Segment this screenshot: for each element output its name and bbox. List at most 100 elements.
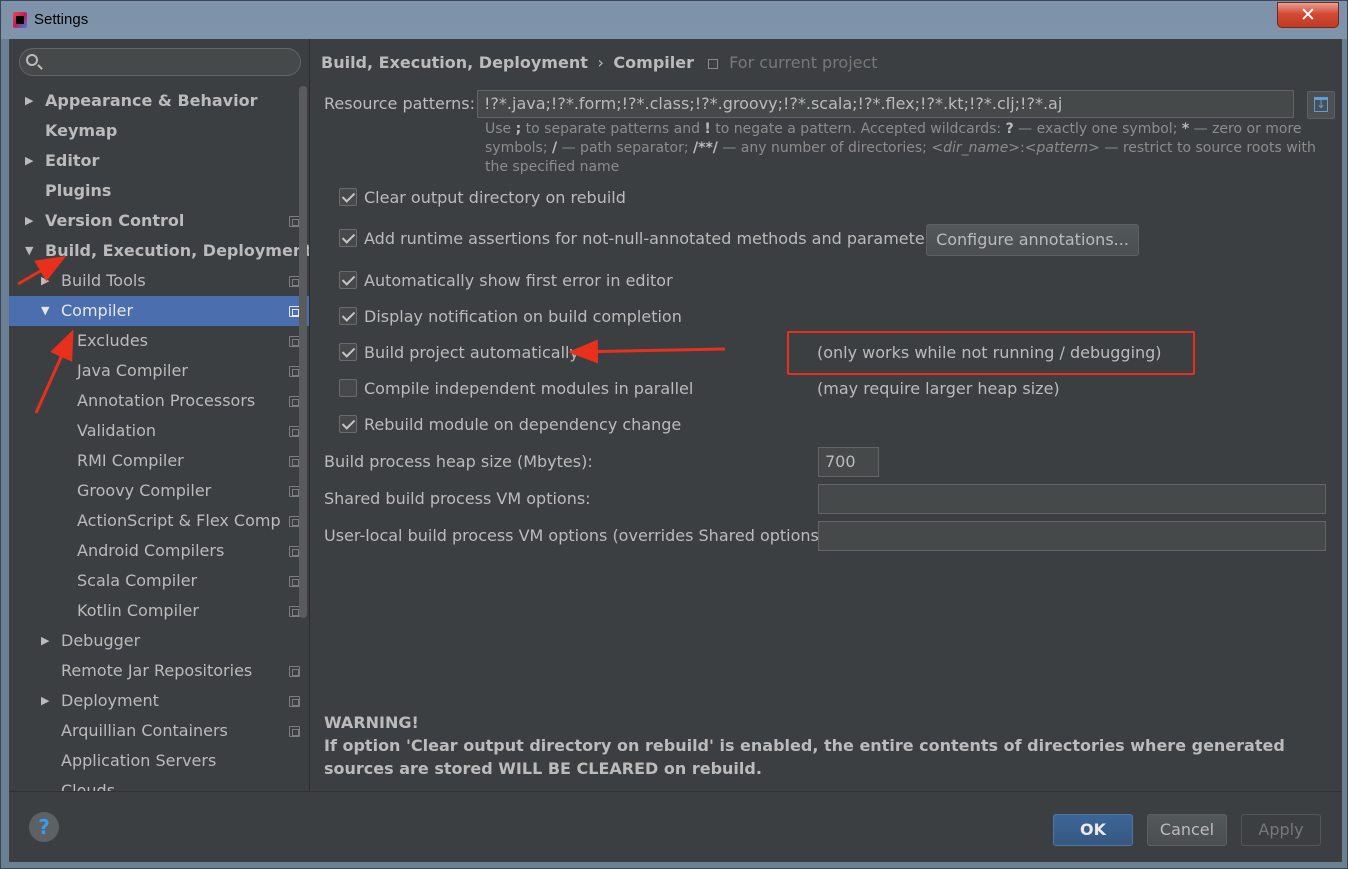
tree-item-label: ActionScript & Flex Comp — [77, 511, 281, 530]
tree-item-android-compilers[interactable]: Android Compilers — [9, 536, 309, 566]
expand-icon — [1314, 97, 1328, 112]
tree-item-actionscript-flex-compiler[interactable]: ActionScript & Flex Comp — [9, 506, 309, 536]
tree-item-application-servers[interactable]: Application Servers — [9, 746, 309, 776]
show-first-error-label: Automatically show first error in editor — [364, 271, 673, 290]
tree-item-arquillian-containers[interactable]: Arquillian Containers — [9, 716, 309, 746]
help-button[interactable]: ? — [29, 812, 59, 842]
project-scope-icon — [707, 59, 718, 69]
expand-arrow-icon[interactable]: ▶ — [25, 206, 33, 236]
compile-parallel-label: Compile independent modules in parallel — [364, 379, 694, 398]
collapse-arrow-icon[interactable]: ▼ — [41, 296, 49, 326]
project-scope-icon — [289, 696, 300, 707]
show-first-error-checkbox[interactable] — [339, 271, 357, 289]
tree-item-groovy-compiler[interactable]: Groovy Compiler — [9, 476, 309, 506]
close-window-button[interactable]: ✕ — [1277, 2, 1339, 28]
ok-button[interactable]: OK — [1053, 814, 1133, 846]
display-notification-checkbox[interactable] — [339, 307, 357, 325]
tree-item-label: Deployment — [61, 691, 159, 710]
tree-item-build-execution-deployment[interactable]: ▼ Build, Execution, Deployment — [9, 236, 309, 266]
tree-item-editor[interactable]: ▶ Editor — [9, 146, 309, 176]
tree-item-excludes[interactable]: Excludes — [9, 326, 309, 356]
tree-item-clouds[interactable]: Clouds — [9, 776, 309, 791]
apply-button[interactable]: Apply — [1241, 814, 1321, 846]
rebuild-module-checkbox[interactable] — [339, 415, 357, 433]
tree-item-label: Java Compiler — [77, 361, 188, 380]
warning-title: WARNING! — [324, 713, 419, 732]
tree-item-scala-compiler[interactable]: Scala Compiler — [9, 566, 309, 596]
tree-item-label: Debugger — [61, 631, 141, 650]
tree-item-label: Compiler — [61, 301, 134, 320]
configure-annotations-button[interactable]: Configure annotations... — [926, 224, 1139, 256]
tree-item-label: Appearance & Behavior — [45, 91, 258, 110]
settings-sidebar: ▶ Appearance & Behavior Keymap ▶ Editor … — [9, 39, 310, 791]
highlight-box — [787, 331, 1195, 375]
tree-item-version-control[interactable]: ▶ Version Control — [9, 206, 309, 236]
compile-parallel-checkbox[interactable] — [339, 379, 357, 397]
collapse-arrow-icon[interactable]: ▼ — [25, 236, 33, 266]
project-scope-icon — [289, 666, 300, 677]
rebuild-module-label: Rebuild module on dependency change — [364, 415, 682, 434]
breadcrumb: Build, Execution, Deployment › Compiler … — [321, 53, 878, 72]
tree-item-label: Editor — [45, 151, 100, 170]
search-field[interactable] — [19, 48, 301, 76]
tree-item-deployment[interactable]: ▶ Deployment — [9, 686, 309, 716]
tree-item-appearance-behavior[interactable]: ▶ Appearance & Behavior — [9, 86, 309, 116]
tree-item-label: Build Tools — [61, 271, 146, 290]
tree-item-plugins[interactable]: Plugins — [9, 176, 309, 206]
tree-item-label: RMI Compiler — [77, 451, 184, 470]
tree-item-label: Remote Jar Repositories — [61, 661, 253, 680]
heap-size-label: Build process heap size (Mbytes): — [324, 452, 593, 471]
tree-item-label: Plugins — [45, 181, 112, 200]
settings-window: Settings ✕ ▶ Appearance & Behavior Keyma… — [0, 0, 1348, 869]
search-icon — [26, 54, 38, 66]
expand-field-button[interactable] — [1307, 91, 1335, 119]
breadcrumb-current: Compiler — [613, 53, 694, 72]
compiler-settings-panel: Build, Execution, Deployment › Compiler … — [311, 39, 1342, 791]
expand-arrow-icon[interactable]: ▶ — [41, 266, 49, 296]
tree-item-label: Android Compilers — [77, 541, 225, 560]
tree-item-compiler[interactable]: ▼ Compiler — [9, 296, 309, 326]
clear-output-checkbox[interactable] — [339, 188, 357, 206]
tree-item-label: Groovy Compiler — [77, 481, 212, 500]
tree-item-label: Version Control — [45, 211, 185, 230]
clear-output-label: Clear output directory on rebuild — [364, 188, 626, 207]
breadcrumb-parent: Build, Execution, Deployment — [321, 53, 588, 72]
tree-item-label: Clouds — [61, 781, 116, 791]
warning-message: WARNING! If option 'Clear output directo… — [324, 711, 1314, 780]
tree-item-label: Keymap — [45, 121, 118, 140]
heap-size-input[interactable]: 700 — [818, 447, 879, 477]
intellij-app-icon — [13, 12, 27, 28]
settings-tree: ▶ Appearance & Behavior Keymap ▶ Editor … — [9, 86, 309, 791]
tree-item-annotation-processors[interactable]: Annotation Processors — [9, 386, 309, 416]
dialog-body: ▶ Appearance & Behavior Keymap ▶ Editor … — [9, 39, 1342, 862]
tree-item-kotlin-compiler[interactable]: Kotlin Compiler — [9, 596, 309, 626]
shared-vm-options-label: Shared build process VM options: — [324, 489, 591, 508]
expand-arrow-icon[interactable]: ▶ — [41, 686, 49, 716]
compile-parallel-note: (may require larger heap size) — [817, 379, 1060, 398]
expand-arrow-icon[interactable]: ▶ — [25, 146, 33, 176]
tree-item-keymap[interactable]: Keymap — [9, 116, 309, 146]
expand-arrow-icon[interactable]: ▶ — [41, 626, 49, 656]
sidebar-scrollbar[interactable] — [299, 86, 307, 618]
build-automatically-label: Build project automatically — [364, 343, 579, 362]
tree-item-remote-jar-repositories[interactable]: Remote Jar Repositories — [9, 656, 309, 686]
user-vm-options-input[interactable] — [818, 521, 1326, 551]
shared-vm-options-input[interactable] — [818, 484, 1326, 514]
tree-item-build-tools[interactable]: ▶ Build Tools — [9, 266, 309, 296]
build-automatically-checkbox[interactable] — [339, 343, 357, 361]
user-vm-options-label: User-local build process VM options (ove… — [324, 526, 831, 545]
tree-item-label: Validation — [77, 421, 157, 440]
resource-patterns-input[interactable]: !?*.java;!?*.form;!?*.class;!?*.groovy;!… — [477, 90, 1294, 118]
tree-item-java-compiler[interactable]: Java Compiler — [9, 356, 309, 386]
expand-arrow-icon[interactable]: ▶ — [25, 86, 33, 116]
tree-item-rmi-compiler[interactable]: RMI Compiler — [9, 446, 309, 476]
tree-item-label: Excludes — [77, 331, 149, 350]
tree-item-debugger[interactable]: ▶ Debugger — [9, 626, 309, 656]
tree-item-label: Arquillian Containers — [61, 721, 228, 740]
window-title: Settings — [34, 11, 89, 28]
dialog-footer: ? OK Cancel Apply — [9, 791, 1342, 862]
tree-item-validation[interactable]: Validation — [9, 416, 309, 446]
cancel-button[interactable]: Cancel — [1147, 814, 1227, 846]
project-scope-icon — [289, 726, 300, 737]
runtime-assertions-checkbox[interactable] — [339, 229, 357, 247]
